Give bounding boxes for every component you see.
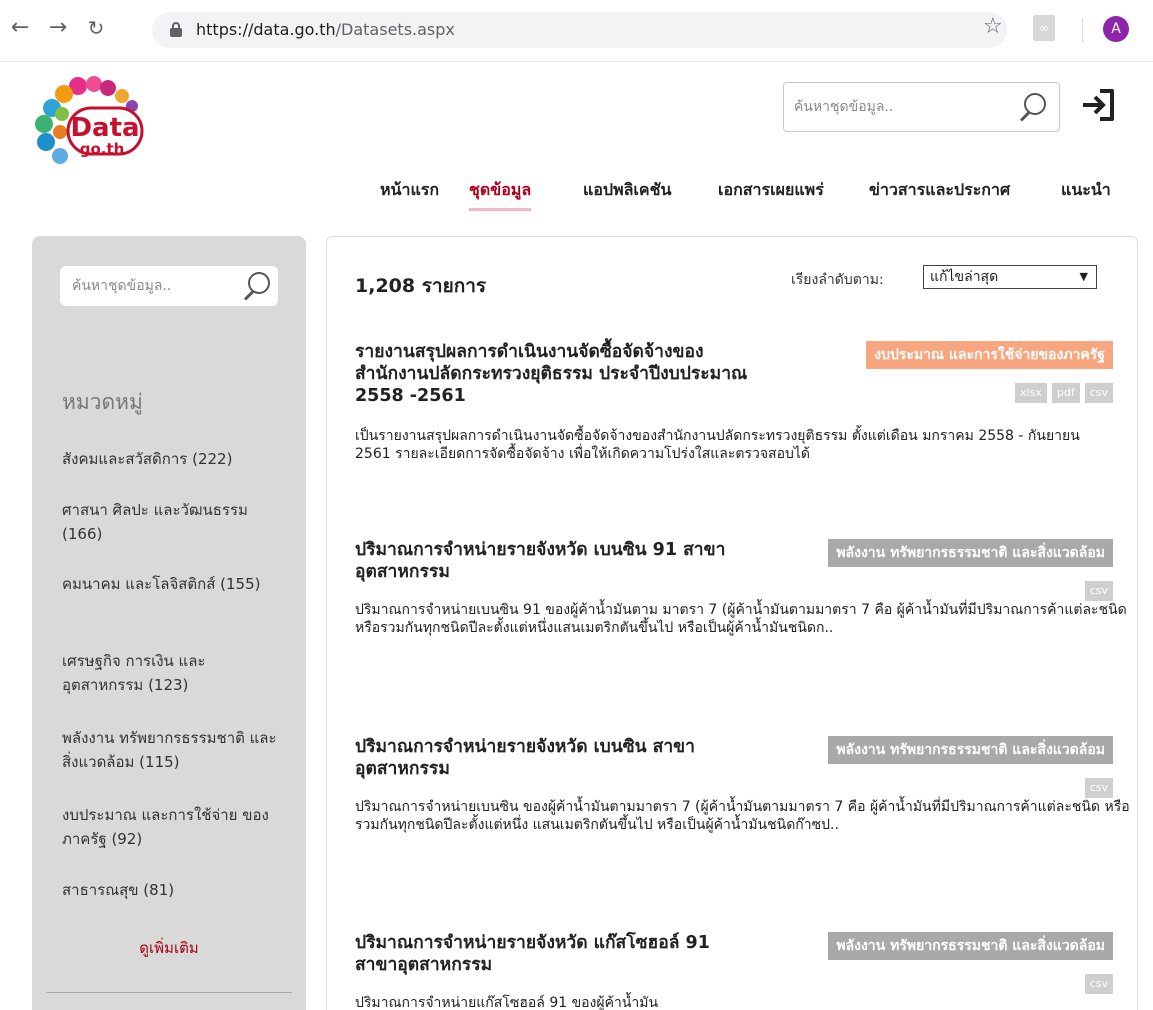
nav-news[interactable]: ข่าวสารและประกาศ — [869, 178, 1010, 203]
dataset-title[interactable]: รายงานสรุปผลการดำเนินงานจัดซื้อจัดจ้างขอ… — [355, 341, 755, 407]
dataset-category-tag[interactable]: งบประมาณ และการใช้จ่ายของภาครัฐ — [866, 341, 1113, 369]
address-bar[interactable]: https://data.go.th/Datasets.aspx — [152, 12, 1007, 48]
sort-value: แก้ไขล่าสุด — [930, 269, 999, 285]
dataset-title[interactable]: ปริมาณการจำหน่ายรายจังหวัด เบนซิน สาขาอุ… — [355, 736, 755, 780]
site-logo[interactable]: Data go.th — [30, 70, 150, 170]
format-badge-xlsx[interactable]: xlsx — [1015, 383, 1047, 403]
sidebar-category-transport[interactable]: คมนาคม และโลจิสติกส์ (155) — [62, 572, 287, 596]
url-host: https://data.go.th — [196, 20, 336, 39]
nav-guide[interactable]: แนะนำ — [1061, 178, 1111, 203]
sort-label: เรียงลำดับตาม: — [791, 272, 884, 288]
dataset-title[interactable]: ปริมาณการจำหน่ายรายจังหวัด แก๊สโซฮอล์ 91… — [355, 932, 755, 976]
search-icon[interactable] — [1019, 93, 1046, 123]
dataset-category-tag[interactable]: พลังงาน ทรัพยากรธรรมชาติ และสิ่งแวดล้อม — [828, 736, 1113, 764]
nav-publications[interactable]: เอกสารเผยแพร่ — [718, 178, 824, 203]
result-count: 1,208 รายการ — [355, 275, 487, 297]
logo-text: Data — [70, 113, 139, 143]
sidebar-category-health[interactable]: สาธารณสุข (81) — [62, 878, 287, 902]
browser-toolbar: ← → ↻ https://data.go.th/Datasets.aspx ☆… — [0, 0, 1153, 62]
dataset-formats: csv — [1080, 972, 1113, 994]
dropdown-arrow-icon: ▼ — [1079, 270, 1088, 283]
header-search-box[interactable] — [783, 82, 1060, 132]
sidebar-category-social[interactable]: สังคมและสวัสดิการ (222) — [62, 447, 287, 471]
dataset-title[interactable]: ปริมาณการจำหน่ายรายจังหวัด เบนซิน 91 สาข… — [355, 539, 755, 583]
nav-home[interactable]: หน้าแรก — [380, 178, 439, 203]
sidebar-divider — [46, 992, 292, 993]
sidebar-category-budget[interactable]: งบประมาณ และการใช้จ่าย ของภาครัฐ (92) — [62, 803, 287, 851]
star-icon[interactable]: ☆ — [983, 15, 1003, 39]
format-badge-csv[interactable]: csv — [1084, 581, 1113, 601]
sort-dropdown[interactable]: แก้ไขล่าสุด ▼ — [923, 265, 1097, 289]
sidebar-search-input[interactable] — [72, 275, 232, 297]
nav-applications[interactable]: แอปพลิเคชัน — [583, 178, 671, 203]
login-icon[interactable] — [1080, 86, 1118, 124]
sidebar-search-box[interactable] — [60, 266, 278, 306]
dataset-description: ปริมาณการจำหน่ายแก๊สโซฮอล์ 91 ของผู้ค้าน… — [355, 995, 659, 1010]
dataset-description: ปริมาณการจำหน่ายเบนซิน ของผู้ค้าน้ำมันตา… — [355, 799, 1130, 833]
sidebar-category-energy[interactable]: พลังงาน ทรัพยากรธรรมชาติ และสิ่งแวดล้อม … — [62, 726, 287, 774]
header-search-input[interactable] — [794, 95, 994, 119]
nav-datasets[interactable]: ชุดข้อมูล — [469, 178, 532, 211]
categories-heading: หมวดหมู่ — [62, 390, 143, 414]
format-badge-csv[interactable]: csv — [1084, 778, 1113, 798]
url-text[interactable]: https://data.go.th/Datasets.aspx — [196, 20, 455, 39]
sidebar: หมวดหมู่ สังคมและสวัสดิการ (222) ศาสนา ศ… — [32, 236, 306, 1010]
dataset-formats: csv — [1080, 579, 1113, 601]
results-panel: 1,208 รายการ เรียงลำดับตาม: แก้ไขล่าสุด … — [326, 236, 1138, 1010]
dataset-category-tag[interactable]: พลังงาน ทรัพยากรธรรมชาติ และสิ่งแวดล้อม — [828, 932, 1113, 960]
dataset-description: ปริมาณการจำหน่ายเบนซิน 91 ของผู้ค้าน้ำมั… — [355, 602, 1127, 636]
format-badge-csv[interactable]: csv — [1084, 974, 1113, 994]
search-icon[interactable] — [243, 272, 270, 302]
pdf-extension-icon[interactable]: ∞ — [1033, 15, 1055, 41]
reload-icon[interactable]: ↻ — [84, 16, 108, 40]
toolbar-divider — [1082, 18, 1083, 42]
forward-arrow-icon[interactable]: → — [46, 16, 70, 40]
format-badge-csv[interactable]: csv — [1084, 383, 1113, 403]
dataset-category-tag[interactable]: พลังงาน ทรัพยากรธรรมชาติ และสิ่งแวดล้อม — [828, 539, 1113, 567]
url-path: /Datasets.aspx — [335, 20, 455, 39]
sidebar-category-religion[interactable]: ศาสนา ศิลปะ และวัฒนธรรม (166) — [62, 498, 287, 546]
dataset-description: เป็นรายงานสรุปผลการดำเนินงานจัดซื้อจัดจ้… — [355, 428, 1080, 462]
see-more-link[interactable]: ดูเพิ่มเติม — [32, 936, 306, 960]
lock-icon — [170, 22, 182, 38]
profile-avatar[interactable]: A — [1103, 16, 1129, 42]
sidebar-category-economy[interactable]: เศรษฐกิจ การเงิน และ อุตสาหกรรม (123) — [62, 649, 287, 697]
back-arrow-icon[interactable]: ← — [8, 16, 32, 40]
logo-subtext: go.th — [80, 140, 125, 158]
dataset-formats: csv — [1080, 776, 1113, 798]
format-badge-pdf[interactable]: pdf — [1051, 383, 1080, 403]
dataset-formats: xlsx pdf csv — [1010, 381, 1113, 403]
